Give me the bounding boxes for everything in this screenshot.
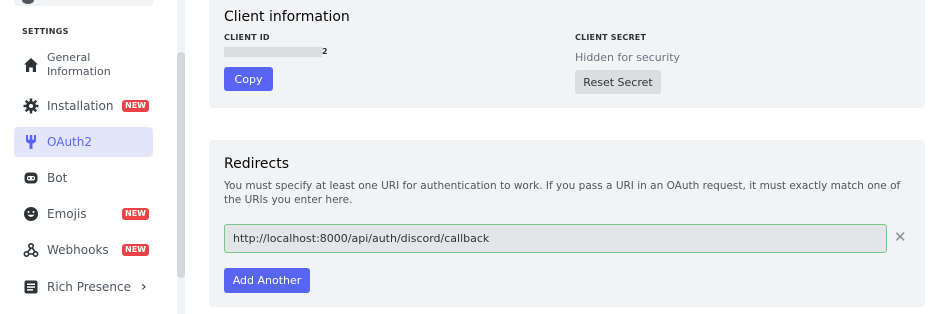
client-id-value: 2 xyxy=(322,47,328,56)
sidebar-item-label: Webhooks xyxy=(47,242,109,257)
client-information-title: Client information xyxy=(224,9,350,25)
sidebar-item-label: Emojis xyxy=(47,206,87,221)
sidebar-scrollbar-thumb[interactable] xyxy=(177,52,185,278)
settings-sidebar: SETTINGS General Information Installatio… xyxy=(0,0,186,314)
gear-icon xyxy=(22,97,40,115)
sidebar-item-previous[interactable] xyxy=(14,0,153,6)
smiley-icon xyxy=(22,205,40,223)
sidebar-item-oauth2[interactable]: OAuth2 xyxy=(14,127,153,157)
list-icon xyxy=(22,278,40,296)
sidebar-item-emojis[interactable]: Emojis NEW xyxy=(14,199,153,229)
sidebar-item-bot[interactable]: Bot xyxy=(14,163,153,193)
client-information-panel: Client information CLIENT ID 2 Copy CLIE… xyxy=(209,0,925,108)
redirect-uri-input[interactable]: http://localhost:8000/api/auth/discord/c… xyxy=(224,224,887,253)
client-id-masked xyxy=(224,47,322,57)
wrench-icon xyxy=(22,133,40,151)
add-another-redirect-button[interactable]: Add Another xyxy=(224,268,310,293)
redirects-description: You must specify at least one URI for au… xyxy=(224,180,901,206)
new-badge: NEW xyxy=(122,244,149,256)
sidebar-item-label: Bot xyxy=(47,170,68,185)
sidebar-item-general-information[interactable]: General Information xyxy=(14,49,153,81)
sidebar-item-label: General Information xyxy=(47,51,111,78)
webhook-icon xyxy=(22,241,40,259)
client-secret-hidden-text: Hidden for security xyxy=(575,51,681,64)
sidebar-item-rich-presence[interactable]: Rich Presence › xyxy=(14,272,153,302)
sidebar-item-installation[interactable]: Installation NEW xyxy=(14,91,153,121)
copy-client-id-button[interactable]: Copy xyxy=(224,67,273,91)
robot-icon xyxy=(22,169,40,187)
redirects-panel: Redirects You must specify at least one … xyxy=(209,140,925,307)
sidebar-item-label: Rich Presence xyxy=(47,279,131,294)
home-icon xyxy=(22,56,40,74)
sidebar-section-title: SETTINGS xyxy=(22,27,69,36)
client-id-label: CLIENT ID xyxy=(224,33,270,42)
remove-redirect-icon[interactable]: ✕ xyxy=(894,228,907,246)
reset-secret-button[interactable]: Reset Secret xyxy=(575,70,661,94)
sidebar-item-webhooks[interactable]: Webhooks NEW xyxy=(14,235,153,265)
new-badge: NEW xyxy=(122,100,149,112)
sidebar-item-label: OAuth2 xyxy=(47,134,92,149)
redirects-title: Redirects xyxy=(224,156,290,172)
chevron-right-icon: › xyxy=(141,279,147,295)
sidebar-item-label: Installation xyxy=(47,98,114,113)
client-secret-label: CLIENT SECRET xyxy=(575,33,647,42)
new-badge: NEW xyxy=(122,208,149,220)
